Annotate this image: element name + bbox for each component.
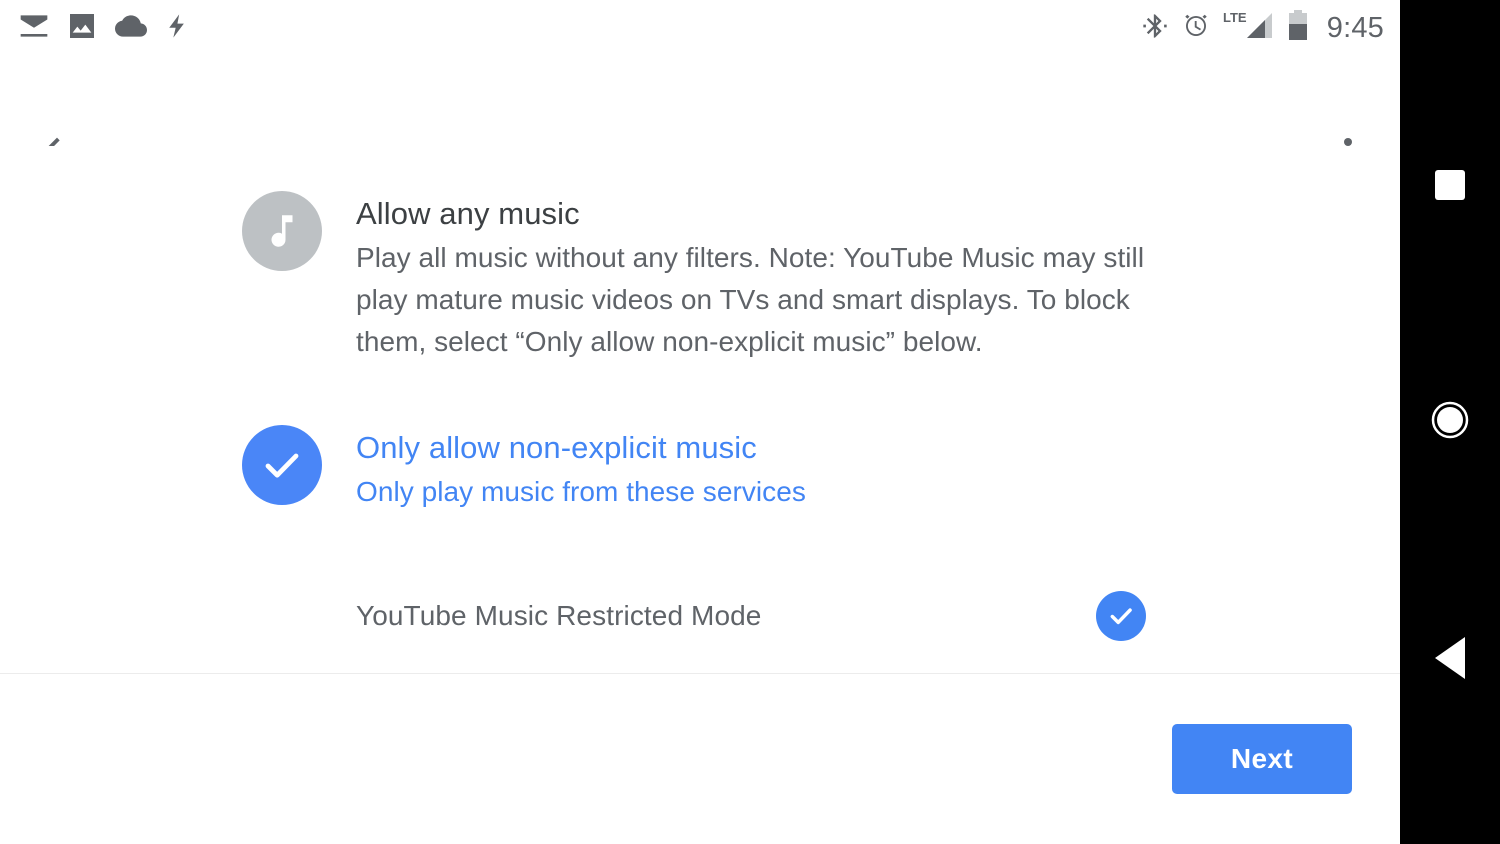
option-title: Only allow non-explicit music [356, 430, 757, 465]
lightning-bolt-icon [164, 10, 192, 47]
lte-signal-icon: LTE [1223, 9, 1275, 48]
service-row-youtube-music-restricted-mode[interactable]: YouTube Music Restricted Mode [356, 586, 1146, 646]
bottom-action-bar: Next [0, 673, 1400, 844]
screen: LTE 9:45 Allow any music Play all music … [0, 0, 1500, 844]
check-circle-icon [242, 425, 322, 505]
android-navigation-bar [1400, 0, 1500, 844]
status-bar: LTE 9:45 [0, 0, 1400, 56]
option-only-non-explicit-music-text: Only allow non-explicit music Only play … [356, 425, 806, 513]
option-allow-any-music[interactable]: Allow any music Play all music without a… [242, 191, 1302, 363]
status-bar-clock: 9:45 [1326, 11, 1384, 44]
service-label: YouTube Music Restricted Mode [356, 600, 762, 631]
next-button[interactable]: Next [1172, 724, 1352, 794]
recents-button[interactable] [1400, 155, 1500, 215]
option-description: Play all music without any filters. Note… [356, 242, 1145, 357]
status-bar-notifications [18, 10, 192, 47]
music-note-icon [242, 191, 322, 271]
settings-content: Allow any music Play all music without a… [0, 146, 1400, 673]
more-vert-icon-dot [1344, 138, 1352, 146]
phone-content-area: LTE 9:45 Allow any music Play all music … [0, 0, 1400, 844]
home-button[interactable] [1400, 392, 1500, 452]
cloud-icon [114, 10, 148, 47]
triangle-back-icon [1435, 637, 1465, 679]
service-checkbox-checked[interactable] [1096, 591, 1146, 641]
option-title: Allow any music [356, 196, 580, 231]
option-description: Only play music from these services [356, 476, 806, 507]
image-icon [66, 10, 98, 47]
status-bar-system: LTE 9:45 [1141, 9, 1384, 48]
square-recents-icon [1435, 170, 1465, 200]
battery-icon [1287, 9, 1309, 48]
svg-text:LTE: LTE [1223, 10, 1247, 25]
circle-home-icon [1428, 398, 1472, 447]
alarm-clock-icon [1181, 11, 1211, 46]
email-icon [18, 10, 50, 47]
bluetooth-icon [1141, 11, 1169, 46]
app-bar [0, 56, 1400, 174]
option-allow-any-music-text: Allow any music Play all music without a… [356, 191, 1156, 363]
option-only-non-explicit-music[interactable]: Only allow non-explicit music Only play … [242, 425, 1302, 513]
back-nav-button[interactable] [1400, 628, 1500, 688]
